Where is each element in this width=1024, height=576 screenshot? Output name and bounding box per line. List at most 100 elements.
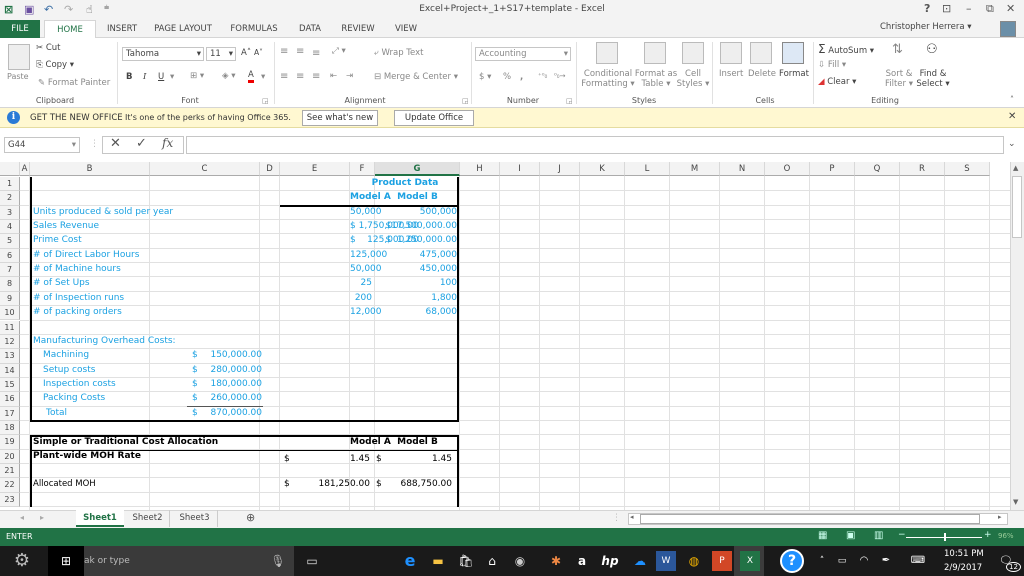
word-icon[interactable]: W [656,551,676,571]
currency-button[interactable]: $ ▾ [479,72,491,82]
column-header-h[interactable]: H [460,162,500,176]
moh-row-label[interactable]: Inspection costs [43,378,163,391]
row-header-2[interactable]: 2 [0,191,20,206]
product-row-model-b[interactable]: 100 [375,277,457,290]
product-row-label[interactable]: # of packing orders [33,306,233,319]
autosum-button[interactable]: Σ AutoSum ▾ [818,42,874,56]
column-header-l[interactable]: L [625,162,670,176]
product-row-model-b[interactable]: 68,000 [375,306,458,319]
tab-view[interactable]: VIEW [388,20,424,38]
row-header-10[interactable]: 10 [0,306,20,321]
pen-icon[interactable]: ✒ [876,551,896,571]
paste-button[interactable]: Paste [7,72,29,81]
home-icon[interactable]: ⌂ [482,551,502,571]
delete-cells-button[interactable]: Delete [748,69,776,79]
sheet-tab-sheet1[interactable]: Sheet1 [76,510,124,527]
row-header-8[interactable]: 8 [0,277,20,292]
product-row-model-a[interactable]: $ 1,750,000.00 [350,220,419,233]
allocated-a-currency[interactable]: $ [284,478,294,491]
row-header-4[interactable]: 4 [0,220,20,235]
hp-icon[interactable]: hp [600,551,620,571]
format-cells-icon[interactable] [782,42,804,64]
formula-input[interactable] [186,136,1004,154]
insert-cells-button[interactable]: Insert [719,69,743,79]
zoom-in-button[interactable]: + [984,530,992,540]
row-header-15[interactable]: 15 [0,377,20,393]
font-color-dropdown-icon[interactable]: ▾ [261,72,265,82]
borders-icon[interactable]: ⊞ ▾ [190,71,204,81]
user-name[interactable]: Christopher Herrera ▾ [880,22,972,32]
chrome-icon[interactable]: ◍ [684,551,704,571]
zoom-slider-thumb[interactable] [944,533,946,541]
moh-row-value[interactable]: 180,000.00 [200,378,262,391]
row-header-19[interactable]: 19 [0,435,20,450]
moh-row-value[interactable]: 280,000.00 [200,364,262,377]
merge-center-button[interactable]: ⊟ Merge & Center ▾ [374,72,458,82]
powerpoint-icon[interactable]: P [712,551,732,571]
column-header-f[interactable]: F [350,162,375,176]
product-row-label[interactable]: # of Machine hours [33,263,233,276]
moh-row-value[interactable]: 150,000.00 [200,349,262,362]
restore-button[interactable]: ⧉ [986,2,994,16]
product-row-model-a[interactable]: 50,000 [350,263,382,276]
product-row-label[interactable]: Prime Cost [33,234,233,247]
file-explorer-icon[interactable]: ▬ [428,551,448,571]
italic-button[interactable]: I [143,72,146,82]
column-header-o[interactable]: O [765,162,810,176]
decrease-decimal-icon[interactable]: ⁰₀→ [554,72,565,80]
column-header-e[interactable]: E [280,162,350,176]
moh-row-value[interactable]: 260,000.00 [200,392,262,405]
font-color-button[interactable]: A [248,71,254,83]
product-row-label[interactable]: # of Inspection runs [33,292,233,305]
row-header-12[interactable]: 12 [0,334,20,350]
vertical-scroll-thumb[interactable] [1012,176,1022,238]
conditional-formatting-icon[interactable] [596,42,618,64]
webcam-icon[interactable]: ◉ [510,551,530,571]
row-header-9[interactable]: 9 [0,291,20,307]
moh-row-label[interactable]: Total [46,407,166,420]
shrink-font-button[interactable]: A˅ [254,48,263,57]
rate-a-value[interactable]: 1.45 [300,453,370,466]
product-row-model-b[interactable]: 450,000 [375,263,457,276]
decrease-indent-icon[interactable]: ⇤ [330,71,337,81]
row-header-17[interactable]: 17 [0,406,20,421]
find-select-button[interactable]: Find & Select ▾ [916,69,950,89]
close-button[interactable]: ✕ [1006,2,1015,15]
paste-icon[interactable] [8,44,30,70]
cut-button[interactable]: ✂ Cut [36,43,60,53]
tab-file[interactable]: FILE [0,20,40,38]
store-icon[interactable]: 🛍 [456,551,476,571]
prev-sheet-icon[interactable]: ◂ [20,513,24,522]
font-size-dropdown[interactable]: 11 ▾ [206,47,236,61]
row-header-18[interactable]: 18 [0,420,20,436]
select-all-corner[interactable] [0,162,20,176]
product-row-model-a[interactable]: 125,000 [350,249,387,262]
clock-date[interactable]: 2/9/2017 [944,563,982,573]
sort-filter-button[interactable]: Sort & Filter ▾ [884,69,914,89]
column-header-p[interactable]: P [810,162,855,176]
insert-cells-icon[interactable] [720,42,742,64]
column-header-m[interactable]: M [670,162,720,176]
format-as-table-icon[interactable] [644,42,666,64]
product-row-label[interactable]: # of Set Ups [33,277,233,290]
column-header-c[interactable]: C [150,162,260,176]
grow-font-button[interactable]: A˄ [241,48,251,58]
row-header-11[interactable]: 11 [0,320,20,335]
name-box[interactable]: G44 ▾ [4,137,80,153]
tab-formulas[interactable]: FORMULAS [226,20,282,38]
task-view-icon[interactable]: ▭ [302,551,322,571]
tab-page-layout[interactable]: PAGE LAYOUT [148,20,218,38]
moh-row-label[interactable]: Setup costs [43,364,163,377]
page-break-view-icon[interactable]: ▥ [874,530,883,541]
column-header-n[interactable]: N [720,162,765,176]
product-row-model-b[interactable]: $ 1,250,000.00 [375,234,457,247]
product-row-model-a[interactable]: 200 [350,292,372,305]
user-avatar[interactable] [1000,21,1016,37]
column-header-i[interactable]: I [500,162,540,176]
underline-button[interactable]: U [158,72,164,82]
help-app-icon[interactable]: ? [780,549,804,573]
sort-filter-icon[interactable]: ⇅ [892,42,903,57]
row-header-20[interactable]: 20 [0,449,20,464]
tab-home[interactable]: HOME [44,20,96,39]
close-info-bar-icon[interactable]: ✕ [1008,111,1016,122]
